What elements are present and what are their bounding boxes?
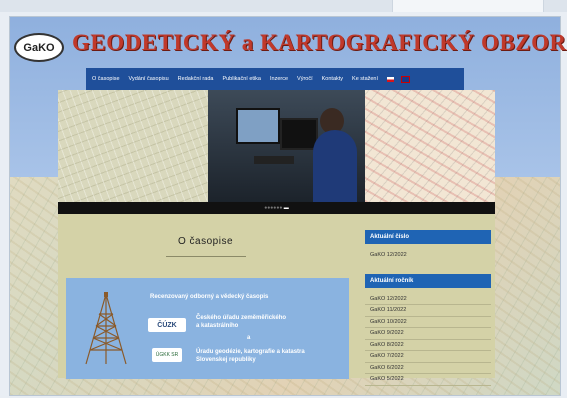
monitor-image xyxy=(236,108,280,144)
nav-item-inzerce[interactable]: Inzerce xyxy=(270,76,288,82)
page-heading: O časopise xyxy=(178,236,234,247)
czech-flag-icon[interactable] xyxy=(387,76,395,82)
keyboard-image xyxy=(254,156,294,164)
map-right-image xyxy=(365,90,495,202)
slider-dots[interactable]: ●●●●●● ▬ xyxy=(58,205,495,211)
current-volume-title: Aktuální ročník xyxy=(365,273,491,288)
sidebar: Aktuální číslo GaKO 12/2022 Aktuální roč… xyxy=(365,230,491,386)
volume-item[interactable]: GaKO 12/2022 xyxy=(365,294,491,305)
current-issue-link[interactable]: GaKO 12/2022 xyxy=(365,250,491,261)
triangulation-tower-icon xyxy=(85,292,127,365)
browser-top-bar xyxy=(0,0,567,12)
nav-item-redakcni-rada[interactable]: Redakční rada xyxy=(178,76,214,82)
card-line-5: Úradu geodézie, kartografie a katastra xyxy=(196,349,305,355)
volume-item[interactable]: GaKO 6/2022 xyxy=(365,363,491,374)
nav-item-ke-stazeni[interactable]: Ke stažení xyxy=(352,76,378,82)
volume-item[interactable]: GaKO 9/2022 xyxy=(365,328,491,340)
card-line-4: a xyxy=(247,335,251,341)
browser-tab[interactable] xyxy=(392,0,544,12)
nav-item-publikacni-etika[interactable]: Publikační etika xyxy=(222,76,261,82)
gako-logo[interactable]: GaKO xyxy=(14,33,64,62)
hero-banner-image xyxy=(58,90,495,202)
volume-item[interactable]: GaKO 7/2022 xyxy=(365,351,491,363)
heading-underline xyxy=(166,256,246,257)
english-flag-icon[interactable] xyxy=(401,75,411,83)
main-nav: O časopise Vydání časopisu Redakční rada… xyxy=(86,68,464,90)
card-line-6: Slovenskej republiky xyxy=(196,357,256,363)
volume-item[interactable]: GaKO 11/2022 xyxy=(365,305,491,317)
current-issue-title: Aktuální číslo xyxy=(365,230,491,244)
monitor-image xyxy=(280,118,318,150)
slider-control-bar: ●●●●●● ▬ xyxy=(58,202,495,214)
nav-item-vydani-casopisu[interactable]: Vydání časopisu xyxy=(129,76,169,82)
nav-item-o-casopise[interactable]: O časopise xyxy=(92,76,120,82)
person-image xyxy=(313,130,357,202)
cuzk-logo: ČÚZK xyxy=(148,318,186,332)
map-left-image xyxy=(58,90,208,202)
nav-item-vyroci[interactable]: Výročí xyxy=(297,76,313,82)
site-title: GEODETICKÝ a KARTOGRAFICKÝ OBZOR xyxy=(72,30,567,55)
nav-item-kontakty[interactable]: Kontakty xyxy=(322,76,343,82)
card-line-3: a katastrálního xyxy=(196,323,239,329)
ugkk-logo: ÚGKK SR xyxy=(152,348,182,362)
card-line-2: Českého úřadu zeměměřického xyxy=(196,315,287,321)
volume-item[interactable]: GaKO 5/2022 xyxy=(365,374,491,386)
volume-item[interactable]: GaKO 8/2022 xyxy=(365,340,491,351)
volume-item[interactable]: GaKO 10/2022 xyxy=(365,317,491,328)
card-line-1: Recenzovaný odborný a vědecký časopis xyxy=(150,294,269,300)
